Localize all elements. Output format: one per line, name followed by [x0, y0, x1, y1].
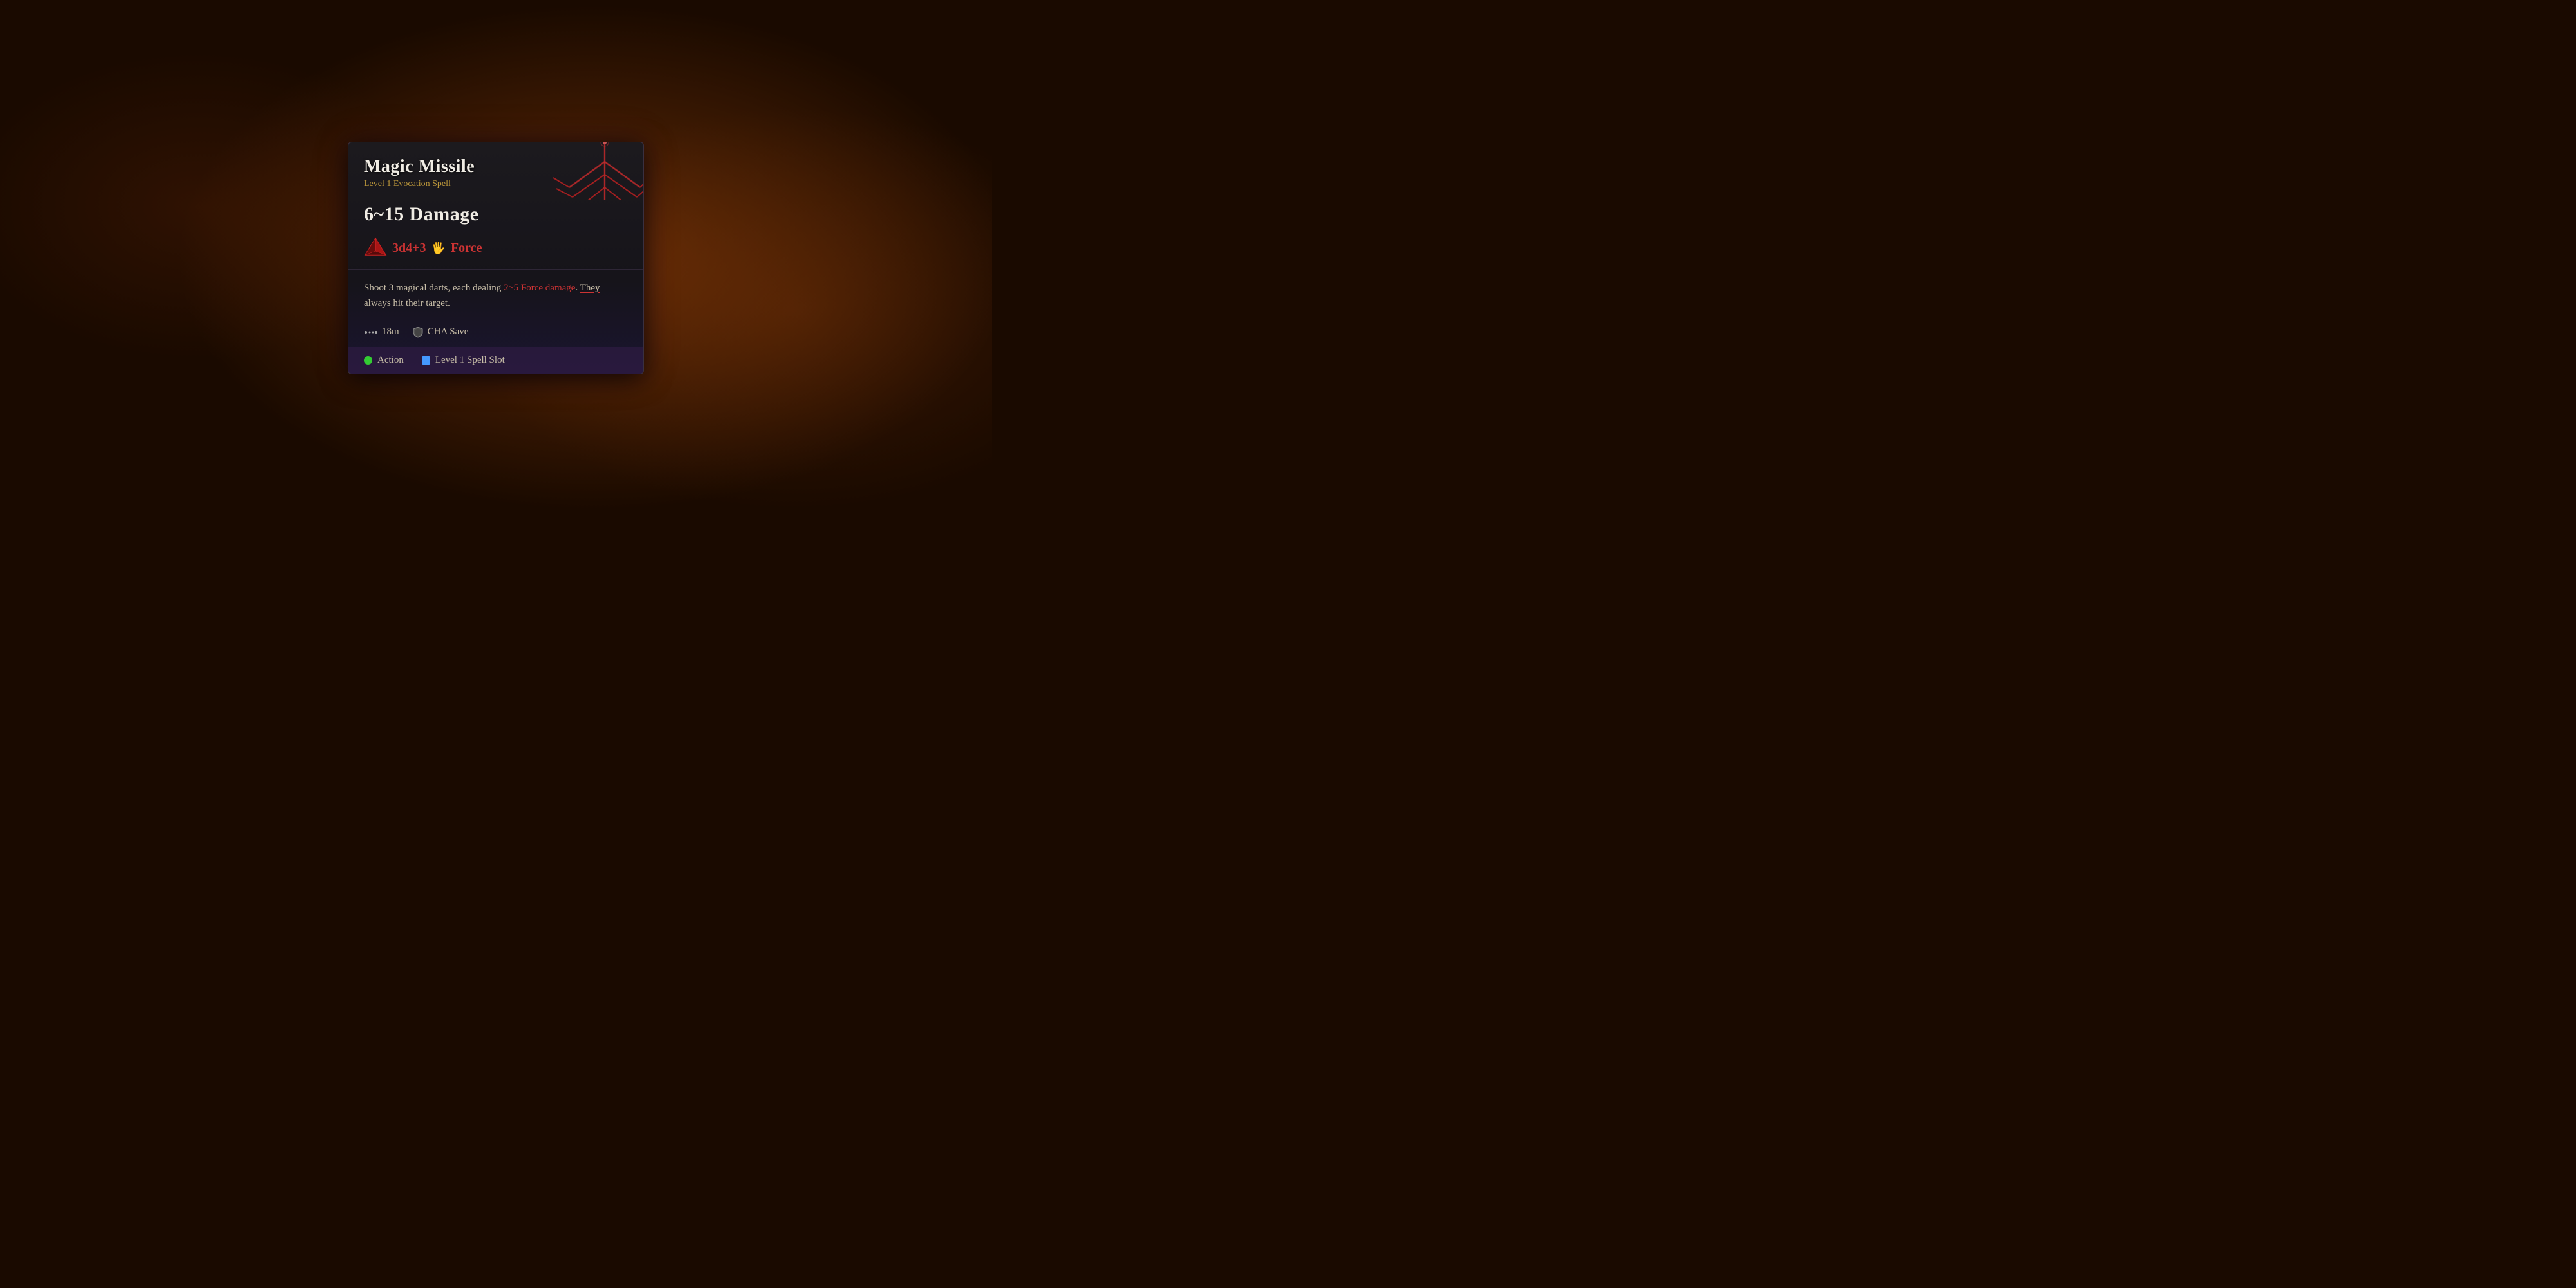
damage-section: 6~15 Damage: [348, 200, 643, 232]
spell-name: Magic Missile: [364, 156, 628, 177]
stats-row: 18m CHA Save: [348, 320, 643, 347]
dice-formula: 3d4+3: [392, 241, 426, 256]
dice-icon: [364, 237, 387, 260]
dice-row: 3d4+3 🖐 Force: [348, 237, 643, 269]
description-text: Shoot 3 magical darts, each dealing 2~5 …: [364, 280, 628, 311]
range-stat: 18m: [364, 327, 399, 337]
action-icon: [364, 356, 372, 365]
description-section: Shoot 3 magical darts, each dealing 2~5 …: [348, 270, 643, 320]
spell-tooltip-card: Magic Missile Level 1 Evocation Spell 6~…: [348, 142, 644, 374]
description-start: Shoot 3 magical darts, each dealing: [364, 283, 504, 293]
description-period: .: [575, 283, 580, 293]
range-icon: [364, 327, 378, 337]
description-they: They: [580, 283, 600, 293]
spell-slot-item: Level 1 Spell Slot: [422, 355, 505, 366]
damage-value: 6~15 Damage: [364, 204, 628, 225]
spell-slot-label: Level 1 Spell Slot: [435, 355, 505, 366]
description-end: always hit their target.: [364, 298, 450, 308]
force-label: Force: [451, 241, 482, 256]
range-value: 18m: [382, 327, 399, 337]
force-hand-icon: 🖐: [431, 242, 446, 255]
save-label: CHA Save: [428, 327, 469, 337]
card-header: Magic Missile Level 1 Evocation Spell: [348, 142, 643, 200]
shield-icon: [412, 327, 424, 338]
action-label: Action: [377, 355, 404, 366]
description-highlight: 2~5 Force damage: [504, 283, 575, 293]
action-item: Action: [364, 355, 404, 366]
save-stat: CHA Save: [412, 327, 469, 338]
spell-subtitle: Level 1 Evocation Spell: [364, 179, 628, 189]
card-footer: Action Level 1 Spell Slot: [348, 347, 643, 374]
spell-slot-icon: [422, 356, 430, 365]
